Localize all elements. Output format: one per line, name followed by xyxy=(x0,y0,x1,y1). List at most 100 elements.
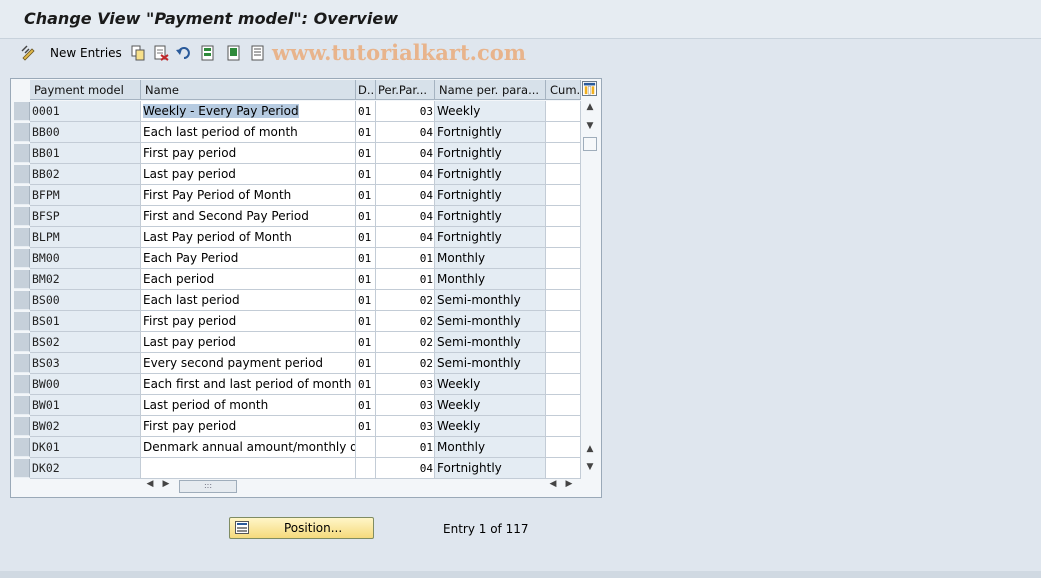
name-cell[interactable]: Last Pay period of Month xyxy=(141,227,356,248)
name-cell[interactable]: Each last period of month xyxy=(141,122,356,143)
scroll-left-icon[interactable]: ◀ xyxy=(546,479,560,489)
horizontal-scrollbar[interactable]: ◀ ▶ ::: ◀ ▶ xyxy=(11,477,599,495)
d-cell[interactable]: 01 xyxy=(356,227,376,248)
position-button[interactable]: Position... xyxy=(229,517,374,539)
cum-cell[interactable] xyxy=(546,227,581,248)
select-all-icon[interactable] xyxy=(200,45,216,61)
d-cell[interactable]: 01 xyxy=(356,122,376,143)
row-selector[interactable] xyxy=(14,459,30,478)
d-cell[interactable] xyxy=(356,437,376,458)
d-cell[interactable]: 01 xyxy=(356,101,376,122)
name-per-para-cell[interactable]: Fortnightly xyxy=(435,185,546,206)
scroll-up-icon[interactable]: ▲ xyxy=(583,102,597,112)
per-par-cell[interactable]: 03 xyxy=(376,374,435,395)
payment-model-cell[interactable]: DK01 xyxy=(30,437,141,458)
payment-model-cell[interactable]: BS03 xyxy=(30,353,141,374)
d-cell[interactable]: 01 xyxy=(356,395,376,416)
name-cell[interactable]: Every second payment period xyxy=(141,353,356,374)
row-selector[interactable] xyxy=(14,375,30,394)
per-par-cell[interactable]: 04 xyxy=(376,206,435,227)
per-par-cell[interactable]: 04 xyxy=(376,185,435,206)
name-per-para-cell[interactable]: Monthly xyxy=(435,248,546,269)
row-selector[interactable] xyxy=(14,102,30,121)
name-per-para-cell[interactable]: Fortnightly xyxy=(435,143,546,164)
payment-model-cell[interactable]: BM00 xyxy=(30,248,141,269)
name-per-para-cell[interactable]: Weekly xyxy=(435,101,546,122)
column-header-name[interactable]: Name xyxy=(141,80,356,100)
table-row[interactable]: BB00 Each last period of month 01 04 Fortnig… xyxy=(11,122,581,143)
payment-model-cell[interactable]: BB01 xyxy=(30,143,141,164)
name-cell[interactable]: First and Second Pay Period xyxy=(141,206,356,227)
table-row[interactable]: BFPM First Pay Period of Month 01 04 Fortnig… xyxy=(11,185,581,206)
scroll-down-icon[interactable]: ▼ xyxy=(583,121,597,131)
row-selector[interactable] xyxy=(14,396,30,415)
cum-cell[interactable] xyxy=(546,101,581,122)
d-cell[interactable]: 01 xyxy=(356,143,376,164)
table-row[interactable]: BB01 First pay period 01 04 Fortnightly xyxy=(11,143,581,164)
table-row[interactable]: BLPM Last Pay period of Month 01 04 Fortnigh… xyxy=(11,227,581,248)
per-par-cell[interactable]: 02 xyxy=(376,290,435,311)
per-par-cell[interactable]: 04 xyxy=(376,164,435,185)
copy-icon[interactable] xyxy=(130,45,146,61)
scroll-down-icon[interactable]: ▼ xyxy=(583,462,597,472)
cum-cell[interactable] xyxy=(546,311,581,332)
d-cell[interactable]: 01 xyxy=(356,269,376,290)
name-cell[interactable]: First pay period xyxy=(141,311,356,332)
deselect-all-icon[interactable] xyxy=(250,45,266,61)
cum-cell[interactable] xyxy=(546,395,581,416)
column-header-cum[interactable]: Cum... xyxy=(546,80,581,100)
d-cell[interactable]: 01 xyxy=(356,290,376,311)
name-per-para-cell[interactable]: Weekly xyxy=(435,416,546,437)
row-selector[interactable] xyxy=(14,249,30,268)
payment-model-cell[interactable]: BM02 xyxy=(30,269,141,290)
name-cell[interactable]: First pay period xyxy=(141,416,356,437)
name-cell[interactable]: Each first and last period of month xyxy=(141,374,356,395)
table-row[interactable]: BW01 Last period of month 01 03 Weekly xyxy=(11,395,581,416)
cum-cell[interactable] xyxy=(546,437,581,458)
name-per-para-cell[interactable]: Monthly xyxy=(435,269,546,290)
cum-cell[interactable] xyxy=(546,164,581,185)
row-selector[interactable] xyxy=(14,144,30,163)
scroll-up-icon[interactable]: ▲ xyxy=(583,444,597,454)
cum-cell[interactable] xyxy=(546,416,581,437)
payment-model-cell[interactable]: BS00 xyxy=(30,290,141,311)
name-cell[interactable]: Each Pay Period xyxy=(141,248,356,269)
payment-model-cell[interactable]: BB02 xyxy=(30,164,141,185)
row-selector[interactable] xyxy=(14,417,30,436)
name-per-para-cell[interactable]: Semi-monthly xyxy=(435,311,546,332)
payment-model-cell[interactable]: BB00 xyxy=(30,122,141,143)
payment-model-cell[interactable]: BW01 xyxy=(30,395,141,416)
d-cell[interactable]: 01 xyxy=(356,248,376,269)
name-cell[interactable]: First Pay Period of Month xyxy=(141,185,356,206)
per-par-cell[interactable]: 02 xyxy=(376,332,435,353)
row-selector[interactable] xyxy=(14,333,30,352)
name-cell[interactable] xyxy=(141,458,356,479)
name-per-para-cell[interactable]: Fortnightly xyxy=(435,227,546,248)
d-cell[interactable]: 01 xyxy=(356,164,376,185)
name-per-para-cell[interactable]: Semi-monthly xyxy=(435,332,546,353)
per-par-cell[interactable]: 02 xyxy=(376,311,435,332)
payment-model-cell[interactable]: BW00 xyxy=(30,374,141,395)
name-cell[interactable]: Each period xyxy=(141,269,356,290)
per-par-cell[interactable]: 01 xyxy=(376,437,435,458)
name-per-para-cell[interactable]: Fortnightly xyxy=(435,122,546,143)
column-header-per-par[interactable]: Per.Par... xyxy=(376,80,435,100)
per-par-cell[interactable]: 04 xyxy=(376,458,435,479)
table-row[interactable]: BS00 Each last period 01 02 Semi-monthly xyxy=(11,290,581,311)
name-per-para-cell[interactable]: Semi-monthly xyxy=(435,353,546,374)
name-cell[interactable]: Denmark annual amount/monthly ded... xyxy=(141,437,356,458)
row-selector[interactable] xyxy=(14,438,30,457)
column-header-name-per-para[interactable]: Name per. para... xyxy=(435,80,546,100)
d-cell[interactable]: 01 xyxy=(356,416,376,437)
name-per-para-cell[interactable]: Monthly xyxy=(435,437,546,458)
payment-model-cell[interactable]: BS02 xyxy=(30,332,141,353)
name-per-para-cell[interactable]: Fortnightly xyxy=(435,458,546,479)
row-selector[interactable] xyxy=(14,186,30,205)
cum-cell[interactable] xyxy=(546,458,581,479)
d-cell[interactable]: 01 xyxy=(356,374,376,395)
per-par-cell[interactable]: 01 xyxy=(376,269,435,290)
per-par-cell[interactable]: 04 xyxy=(376,227,435,248)
per-par-cell[interactable]: 03 xyxy=(376,101,435,122)
cum-cell[interactable] xyxy=(546,206,581,227)
d-cell[interactable]: 01 xyxy=(356,185,376,206)
